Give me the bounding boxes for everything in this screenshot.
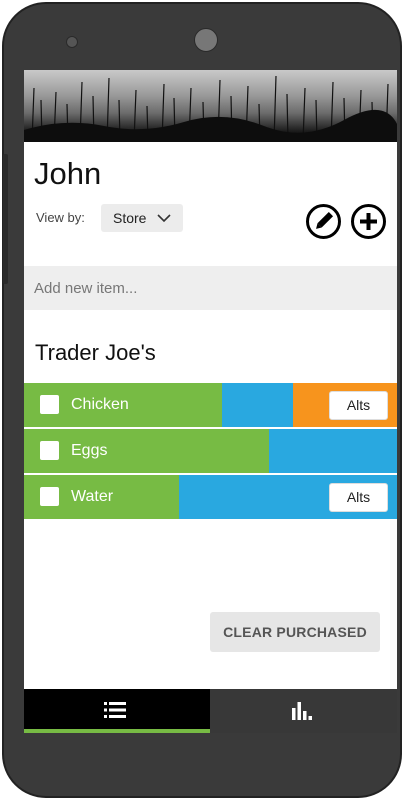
view-by-dropdown[interactable]: Store <box>101 204 183 232</box>
side-button <box>3 154 8 284</box>
item-name: Eggs <box>71 442 108 459</box>
edit-list-button[interactable] <box>306 204 341 239</box>
phone-frame: John View by: Store Trader Joe's <box>2 2 402 798</box>
add-list-button[interactable] <box>351 204 386 239</box>
plus-icon <box>360 213 377 230</box>
view-by-value: Store <box>113 210 147 226</box>
add-item-input[interactable] <box>24 266 397 310</box>
item-checkbox[interactable] <box>40 441 59 460</box>
item-checkbox[interactable] <box>40 487 59 506</box>
item-checkbox[interactable] <box>40 395 59 414</box>
item-bar-green <box>24 429 269 473</box>
item-name: Water <box>71 488 114 505</box>
bottom-nav <box>24 689 397 733</box>
list-owner-title: John <box>34 156 102 191</box>
alts-button[interactable]: Alts <box>329 391 388 420</box>
tab-list[interactable] <box>24 689 210 733</box>
list-item-water[interactable]: Water Alts <box>24 475 397 519</box>
view-by-label: View by: <box>36 210 85 225</box>
store-heading: Trader Joe's <box>35 340 156 365</box>
app-screen: John View by: Store Trader Joe's <box>24 70 397 733</box>
front-camera <box>194 28 218 52</box>
item-bar-blue <box>222 383 293 427</box>
alts-button[interactable]: Alts <box>329 483 388 512</box>
bar-chart-icon <box>292 702 312 720</box>
active-tab-indicator <box>24 729 210 733</box>
list-item-chicken[interactable]: Chicken Alts <box>24 383 397 427</box>
item-name: Chicken <box>71 396 129 413</box>
tab-stats[interactable] <box>210 689 397 733</box>
item-bar-blue <box>269 429 397 473</box>
clear-purchased-button[interactable]: CLEAR PURCHASED <box>210 612 380 652</box>
pencil-icon <box>316 211 334 229</box>
sensor <box>66 36 78 48</box>
header-banner-image <box>24 70 397 142</box>
list-item-eggs[interactable]: Eggs <box>24 429 397 473</box>
list-icon <box>104 702 126 718</box>
chevron-down-icon <box>157 204 171 241</box>
